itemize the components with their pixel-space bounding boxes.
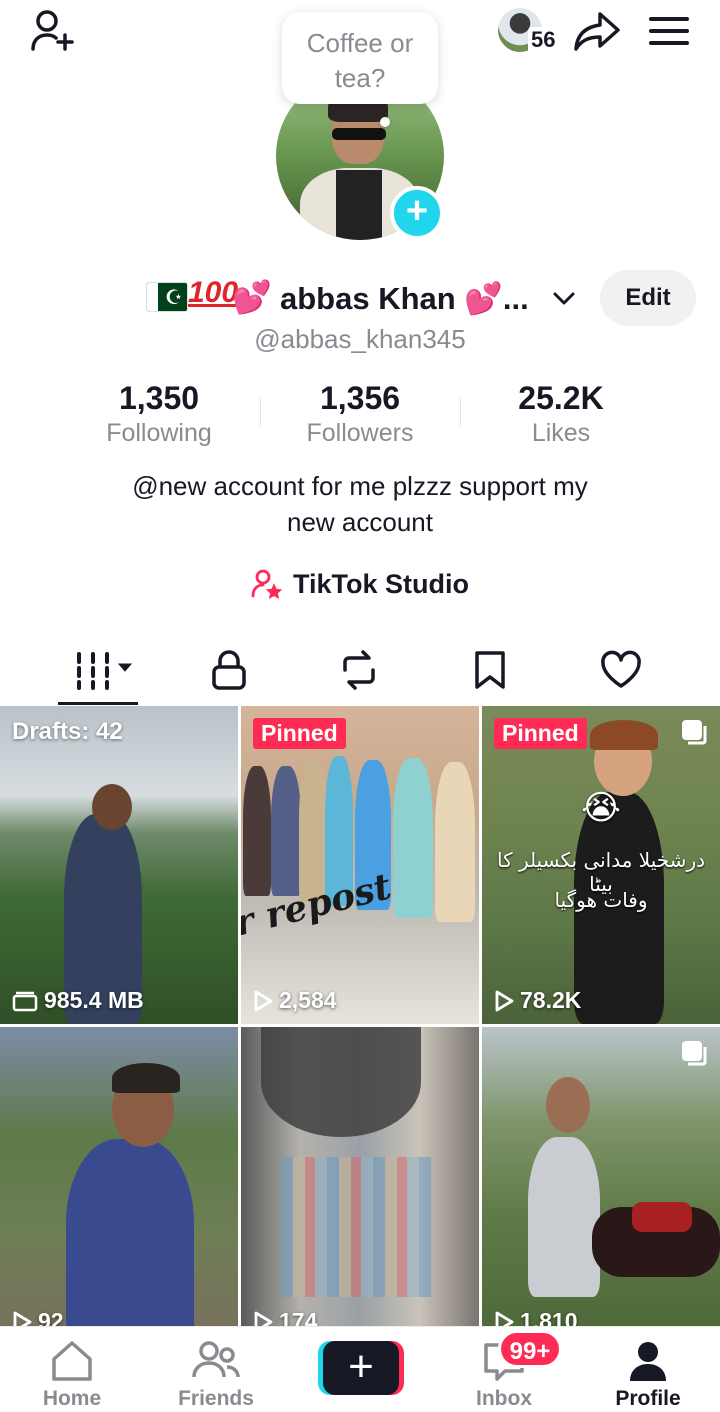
video-thumbnail[interactable]: 92 [0, 1027, 238, 1326]
video-thumbnail-pinned-2[interactable]: 😭 درشخیلا مدانی بکسیلر کا بیٹا وفات ھوگی… [482, 706, 720, 1024]
nav-profile[interactable]: Profile [588, 1339, 708, 1411]
tab-liked[interactable] [566, 634, 676, 706]
video-thumbnail[interactable]: 174 [241, 1027, 479, 1326]
share-icon[interactable] [570, 8, 624, 54]
studio-icon [251, 569, 283, 599]
views-count: 1,810 [520, 1308, 578, 1326]
profile-icon [630, 1342, 666, 1381]
bio-line2: new account [287, 507, 433, 537]
video-stats: 92 [12, 1308, 64, 1326]
multi-photo-icon [682, 1041, 707, 1066]
menu-icon[interactable] [644, 8, 694, 54]
video-grid: Drafts: 42 985.4 MB r repost Pinned 2,58… [0, 706, 720, 1326]
views-count: 92 [38, 1308, 64, 1326]
hundred-emoji-icon: 100 [188, 276, 239, 309]
multi-photo-icon [682, 720, 707, 745]
video-stats: 78.2K [494, 987, 581, 1014]
crying-emoji-icon: 😭 [581, 788, 621, 828]
edit-profile-button[interactable]: Edit [600, 270, 696, 326]
note-text-line2: tea? [334, 63, 386, 93]
video-stats: 2,584 [253, 987, 337, 1014]
hearts-emoji-icon: 💕 [232, 279, 272, 315]
note-bubble[interactable]: Coffee or tea? [282, 12, 438, 104]
video-thumbnail-drafts[interactable]: Drafts: 42 985.4 MB [0, 706, 238, 1024]
followers-label: Followers [306, 419, 414, 447]
nav-profile-label: Profile [615, 1387, 681, 1410]
display-name[interactable]: abbas Khan 💕... [280, 280, 529, 317]
bio: @new account for me plzzz support my new… [80, 468, 640, 540]
nav-friends-label: Friends [178, 1387, 254, 1410]
username: @abbas_khan345 [254, 324, 466, 354]
play-icon [495, 990, 514, 1011]
note-text-line1: Coffee or [306, 28, 414, 58]
video-stats: 985.4 MB [12, 987, 144, 1014]
video-stats: 1,810 [494, 1308, 578, 1326]
tiktok-studio-link[interactable]: TikTok Studio [0, 562, 720, 606]
tab-private[interactable] [174, 634, 284, 706]
content-tabs [0, 634, 720, 706]
play-icon [495, 1311, 514, 1326]
play-icon [254, 1311, 273, 1326]
following-count: 1,350 [118, 380, 200, 416]
bio-line1: @new account for me plzzz support my [132, 471, 588, 501]
pinned-badge: Pinned [494, 718, 587, 749]
active-tab-indicator [58, 702, 138, 705]
views-count: 2,584 [279, 987, 337, 1013]
video-stats: 174 [253, 1308, 317, 1326]
views-count: 78.2K [520, 987, 582, 1013]
home-icon [52, 1341, 92, 1381]
video-thumbnail-pinned-1[interactable]: r repost Pinned 2,584 [241, 706, 479, 1024]
stat-likes[interactable]: 25.2K Likes [461, 378, 661, 448]
name-row: ☪ 100 💕 abbas Khan 💕... Edit [0, 270, 720, 330]
chevron-down-icon[interactable] [550, 286, 578, 312]
tab-videos[interactable] [48, 634, 158, 706]
likes-count: 25.2K [518, 380, 604, 416]
stats-row: 1,350 Following 1,356 Followers 25.2K Li… [0, 378, 720, 458]
heart-icon [601, 650, 641, 688]
plus-icon: + [323, 1341, 399, 1395]
friends-icon [192, 1341, 240, 1378]
story-count: 56 [528, 27, 559, 53]
drafts-label: Drafts: 42 [12, 718, 123, 745]
grid-videos-icon [77, 652, 133, 690]
bubble-tail [380, 117, 390, 127]
inbox-badge: 99+ [498, 1330, 562, 1368]
repost-icon [343, 650, 375, 690]
create-button[interactable]: + [318, 1341, 404, 1395]
pakistan-flag-icon: ☪ [146, 282, 188, 312]
lock-icon [212, 650, 246, 690]
nav-home[interactable]: Home [12, 1339, 132, 1411]
nav-home-label: Home [42, 1387, 102, 1410]
views-count: 985.4 MB [44, 987, 144, 1013]
drafts-folder-icon [12, 991, 38, 1011]
views-count: 174 [279, 1308, 318, 1326]
followers-count: 1,356 [319, 380, 401, 416]
tab-favorites[interactable] [435, 634, 545, 706]
play-icon [13, 1311, 32, 1326]
nav-friends[interactable]: Friends [156, 1339, 276, 1411]
add-friend-icon[interactable] [26, 8, 80, 54]
pinned-badge: Pinned [253, 718, 346, 749]
likes-label: Likes [531, 419, 591, 447]
bottom-nav: Home Friends + Inbox Profile [0, 1326, 720, 1412]
video-thumbnail[interactable]: 1,810 [482, 1027, 720, 1326]
tab-reposts[interactable] [304, 634, 414, 706]
add-story-button[interactable]: + [390, 186, 444, 240]
play-icon [254, 990, 273, 1011]
studio-label: TikTok Studio [292, 568, 469, 599]
nav-inbox-label: Inbox [476, 1387, 532, 1410]
video-caption-line2: وفات ھوگیا [554, 888, 648, 912]
bookmark-icon [475, 651, 505, 689]
stat-following[interactable]: 1,350 Following [59, 378, 259, 448]
stat-followers[interactable]: 1,356 Followers [260, 378, 460, 448]
following-label: Following [106, 419, 212, 447]
